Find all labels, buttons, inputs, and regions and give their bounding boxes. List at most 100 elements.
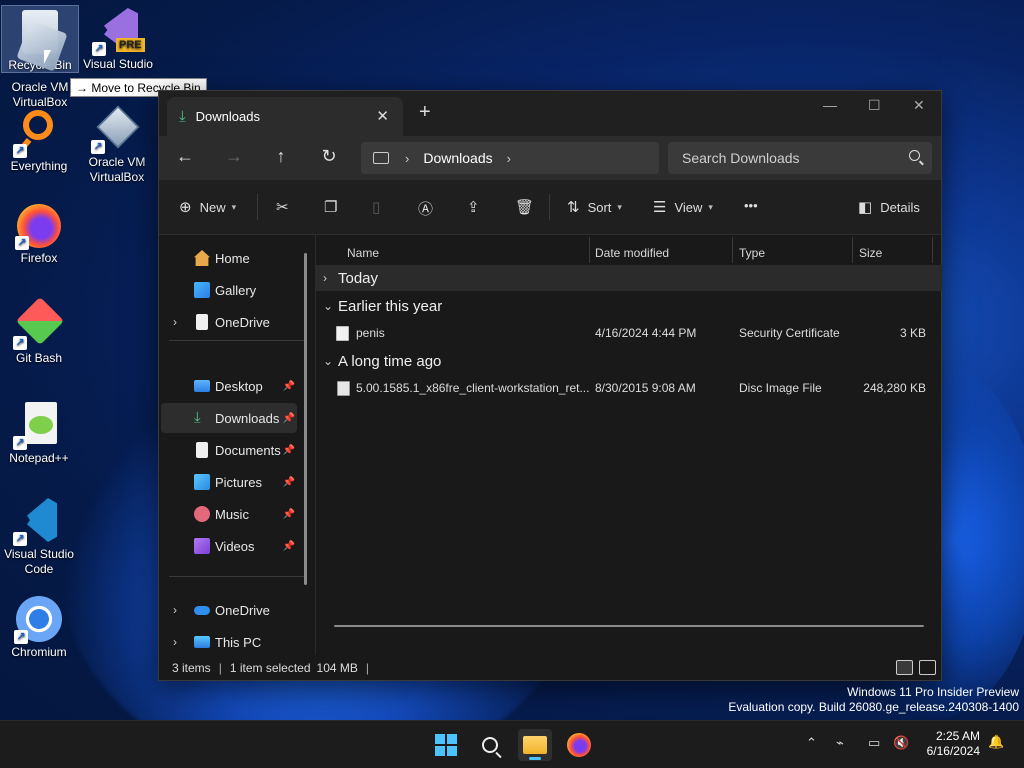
chevron-right-icon[interactable]: › bbox=[173, 315, 177, 329]
pin-icon[interactable]: 📌 bbox=[283, 541, 295, 552]
chevron-right-icon[interactable]: › bbox=[173, 603, 177, 617]
shortcut-arrow-icon: ↗ bbox=[13, 532, 27, 546]
more-icon: ••• bbox=[744, 198, 758, 213]
chevron-right-icon[interactable]: › bbox=[507, 151, 511, 166]
network-disconnected-icon[interactable]: ⌁ bbox=[836, 735, 844, 751]
desktop-icon-git-bash[interactable]: ↗ Git Bash bbox=[1, 296, 77, 366]
sidebar-item-home[interactable]: Home bbox=[161, 243, 297, 273]
pictures-icon bbox=[194, 474, 210, 490]
mouse-cursor-icon bbox=[44, 50, 51, 64]
title-bar[interactable]: ⤓ Downloads ✕ + — ☐ ✕ bbox=[159, 91, 941, 136]
horizontal-scrollbar[interactable] bbox=[334, 625, 924, 627]
sidebar-item-videos[interactable]: Videos 📌 bbox=[161, 531, 297, 561]
desktop-icon-notepad-plus-plus[interactable]: ↗ Notepad++ bbox=[1, 400, 77, 466]
close-tab-icon[interactable]: ✕ bbox=[376, 107, 389, 125]
desktop-icon-firefox[interactable]: ↗ Firefox bbox=[1, 204, 77, 266]
copy-icon: ❐ bbox=[324, 199, 338, 216]
pin-icon[interactable]: 📌 bbox=[283, 445, 295, 456]
desktop-icon-vscode[interactable]: ↗ Visual Studio Code bbox=[1, 496, 77, 577]
address-bar[interactable]: › Downloads › bbox=[361, 142, 659, 174]
sidebar-item-onedrive[interactable]: › OneDrive bbox=[161, 595, 297, 625]
close-window-button[interactable]: ✕ bbox=[913, 97, 925, 114]
clock-time: 2:25 AM bbox=[935, 729, 980, 743]
chevron-right-icon[interactable]: › bbox=[173, 635, 177, 649]
sidebar-item-desktop[interactable]: Desktop 📌 bbox=[161, 371, 297, 401]
desktop-icon-chromium[interactable]: ↗ Chromium bbox=[1, 596, 77, 660]
chevron-right-icon[interactable]: › bbox=[405, 151, 409, 166]
taskbar-file-explorer[interactable] bbox=[518, 729, 552, 761]
group-header-earlier-this-year[interactable]: ⌄ Earlier this year bbox=[316, 293, 942, 319]
taskbar-firefox[interactable] bbox=[562, 729, 596, 761]
delete-button[interactable]: 🗑 bbox=[515, 198, 542, 216]
tab-downloads[interactable]: ⤓ Downloads ✕ bbox=[167, 97, 403, 136]
column-divider[interactable] bbox=[852, 237, 853, 263]
forward-button[interactable]: → bbox=[222, 146, 246, 167]
file-row[interactable]: 5.00.1585.1_x86fre_client-workstation_re… bbox=[316, 375, 942, 401]
taskbar-clock[interactable]: 2:25 AM 6/16/2024 bbox=[927, 729, 980, 759]
column-divider[interactable] bbox=[732, 237, 733, 263]
sort-button[interactable]: ⇅ Sort ▾ bbox=[567, 198, 622, 216]
desktop-icon-visual-studio-preview[interactable]: PRE ↗ Visual Studio 2022 Preview bbox=[80, 6, 156, 72]
search-button[interactable] bbox=[473, 729, 507, 761]
speaker-muted-icon[interactable]: 🔇 bbox=[893, 735, 909, 751]
desktop-icon-label: Notepad++ bbox=[9, 451, 69, 465]
sidebar-item-music[interactable]: Music 📌 bbox=[161, 499, 297, 529]
new-tab-button[interactable]: + bbox=[419, 101, 431, 124]
sidebar-item-this-pc[interactable]: › This PC bbox=[161, 627, 297, 657]
view-button[interactable]: ☰ View ▾ bbox=[653, 198, 713, 216]
pin-icon[interactable]: 📌 bbox=[283, 413, 295, 424]
paste-button[interactable]: ▯ bbox=[372, 198, 388, 216]
desktop-icon-everything[interactable]: ↗ Everything bbox=[1, 108, 77, 174]
file-explorer-window[interactable]: ⤓ Downloads ✕ + — ☐ ✕ ← → ↑ ↻ › Download… bbox=[158, 90, 942, 681]
copy-button[interactable]: ❐ bbox=[324, 198, 345, 216]
rename-button[interactable]: Ⓐ bbox=[418, 198, 441, 219]
documents-icon bbox=[196, 442, 208, 458]
pin-icon[interactable]: 📌 bbox=[283, 509, 295, 520]
up-button[interactable]: ↑ bbox=[269, 146, 293, 167]
details-view-button[interactable] bbox=[896, 660, 913, 675]
back-button[interactable]: ← bbox=[173, 146, 197, 167]
shortcut-arrow-icon: ↗ bbox=[14, 630, 28, 644]
group-header-a-long-time-ago[interactable]: ⌄ A long time ago bbox=[316, 348, 942, 374]
more-options-button[interactable]: ••• bbox=[744, 198, 758, 213]
file-size: 3 KB bbox=[899, 326, 926, 340]
column-divider[interactable] bbox=[932, 237, 933, 263]
large-icons-view-button[interactable] bbox=[919, 660, 936, 675]
column-divider[interactable] bbox=[589, 237, 590, 263]
navigation-pane[interactable]: Home Gallery › OneDrive Desktop 📌 ⤓ Down… bbox=[159, 235, 316, 655]
column-header-name[interactable]: Name bbox=[347, 241, 379, 265]
preview-badge: PRE bbox=[116, 38, 145, 52]
file-row[interactable]: penis 4/16/2024 4:44 PM Security Certifi… bbox=[316, 320, 942, 346]
group-header-today[interactable]: › Today bbox=[316, 265, 942, 291]
sidebar-scrollbar[interactable] bbox=[304, 253, 307, 585]
sidebar-item-gallery[interactable]: Gallery bbox=[161, 275, 297, 305]
show-hidden-icons-button[interactable]: ⌃ bbox=[806, 735, 817, 751]
file-name: 5.00.1585.1_x86fre_client-workstation_re… bbox=[356, 381, 590, 395]
taskbar: ⌃ ⌁ ▭ 🔇 2:25 AM 6/16/2024 🔔 bbox=[0, 720, 1024, 768]
column-header-size[interactable]: Size bbox=[859, 241, 882, 265]
pin-icon[interactable]: 📌 bbox=[283, 477, 295, 488]
refresh-button[interactable]: ↻ bbox=[317, 146, 341, 167]
sidebar-item-pictures[interactable]: Pictures 📌 bbox=[161, 467, 297, 497]
notification-bell-icon[interactable]: 🔔 bbox=[988, 734, 1004, 750]
file-date: 8/30/2015 9:08 AM bbox=[595, 381, 696, 395]
file-list[interactable]: Name Date modified Type Size › Today ⌄ E… bbox=[316, 235, 942, 655]
sidebar-item-documents[interactable]: Documents 📌 bbox=[161, 435, 297, 465]
start-button[interactable] bbox=[429, 729, 463, 761]
share-button[interactable]: ⇪ bbox=[467, 198, 488, 216]
search-input[interactable]: Search Downloads bbox=[668, 142, 932, 174]
minimize-button[interactable]: — bbox=[823, 97, 837, 113]
maximize-button[interactable]: ☐ bbox=[868, 97, 881, 114]
display-icon[interactable]: ▭ bbox=[868, 735, 880, 751]
desktop-icon-virtualbox[interactable]: ↗ Oracle VM VirtualBox bbox=[79, 104, 155, 185]
sidebar-item-onedrive-personal[interactable]: › OneDrive bbox=[161, 307, 297, 337]
details-pane-button[interactable]: ◧ Details bbox=[858, 198, 920, 216]
new-button[interactable]: ⊕ New ▾ bbox=[179, 198, 236, 216]
column-header-type[interactable]: Type bbox=[739, 241, 765, 265]
pin-icon[interactable]: 📌 bbox=[283, 381, 295, 392]
cut-button[interactable]: ✂ bbox=[276, 198, 297, 216]
breadcrumb-downloads[interactable]: Downloads bbox=[423, 150, 492, 166]
sidebar-item-downloads[interactable]: ⤓ Downloads 📌 bbox=[161, 403, 297, 433]
column-header-date-modified[interactable]: Date modified bbox=[595, 241, 669, 265]
vscode-icon: ↗ bbox=[13, 496, 63, 546]
